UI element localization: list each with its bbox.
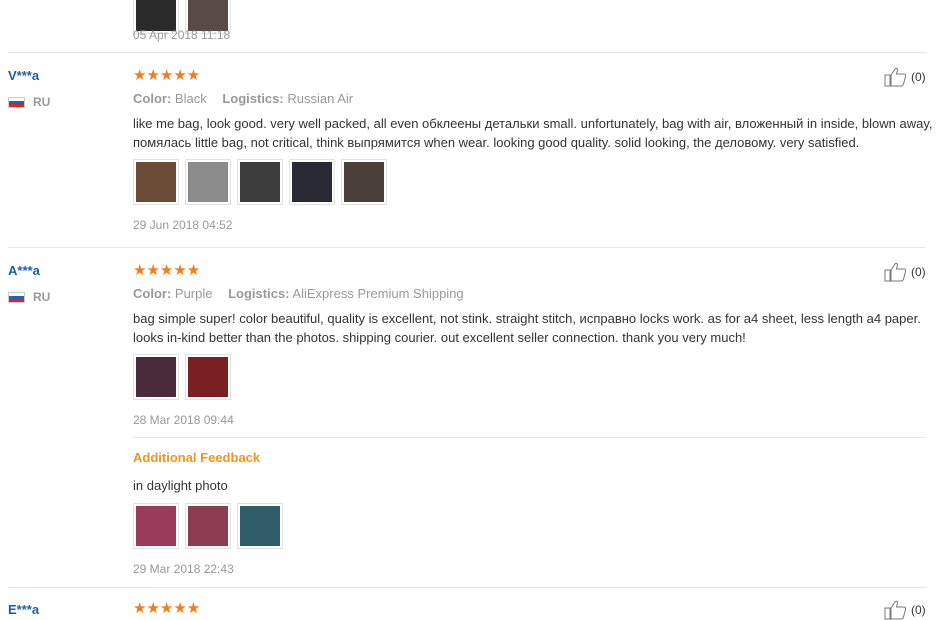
review-photo-thumb[interactable] xyxy=(237,503,283,549)
additional-divider xyxy=(133,437,926,438)
bag-photo-icon xyxy=(188,162,228,202)
bag-photo-icon xyxy=(136,357,176,397)
bag-photo-icon xyxy=(136,162,176,202)
reviewer-country: RU xyxy=(8,290,50,304)
logistics-label: Logistics: xyxy=(228,286,290,301)
thumbs-up-icon xyxy=(884,600,907,620)
review-divider xyxy=(8,247,926,248)
color-label: Color: xyxy=(133,91,172,106)
logistics-value: AliExpress Premium Shipping xyxy=(292,286,464,301)
additional-photos xyxy=(133,503,283,549)
review-text: bag simple super! color beautiful, quali… xyxy=(133,311,921,345)
bag-photo-icon xyxy=(188,357,228,397)
color-label: Color: xyxy=(133,286,172,301)
color-value: Purple xyxy=(174,286,213,301)
reviewer-name[interactable]: V***a xyxy=(8,68,39,83)
review-date: 29 Jun 2018 04:52 xyxy=(133,218,233,232)
bag-photo-icon xyxy=(136,0,176,31)
review-photo-thumb[interactable] xyxy=(133,503,179,549)
review-photo-thumb[interactable] xyxy=(341,159,387,205)
additional-feedback-text: in daylight photo xyxy=(133,478,228,493)
russia-flag-icon xyxy=(8,291,25,303)
country-code: RU xyxy=(33,290,51,304)
review-photo-thumb[interactable] xyxy=(185,354,231,400)
bag-photo-icon xyxy=(188,0,228,31)
review-photos xyxy=(133,159,387,205)
review-photo-thumb[interactable] xyxy=(289,159,335,205)
helpful-button[interactable]: (0) xyxy=(884,262,926,282)
thumbs-up-icon xyxy=(884,67,907,87)
logistics-value: Russian Air xyxy=(287,91,354,106)
helpful-count: (0) xyxy=(911,265,926,279)
reviewer-country: RU xyxy=(8,95,50,109)
review-photo-thumb[interactable] xyxy=(185,503,231,549)
helpful-count: (0) xyxy=(911,70,926,84)
review-photo-thumb[interactable] xyxy=(185,159,231,205)
review-photo-thumb[interactable] xyxy=(237,159,283,205)
bag-photo-icon xyxy=(240,162,280,202)
review-text: like me bag, look good. very well packed… xyxy=(133,116,933,150)
helpful-button[interactable]: (0) xyxy=(884,67,926,87)
review-photo-thumb[interactable] xyxy=(133,354,179,400)
bag-photo-icon xyxy=(292,162,332,202)
order-attributes: Color: Purple Logistics: AliExpress Prem… xyxy=(133,286,464,301)
additional-feedback-date: 29 Mar 2018 22:43 xyxy=(133,562,234,576)
review-divider xyxy=(8,587,926,588)
helpful-count: (0) xyxy=(911,603,926,617)
logistics-label: Logistics: xyxy=(222,91,284,106)
review-photos xyxy=(133,354,231,400)
bag-photo-icon xyxy=(136,506,176,546)
russia-flag-icon xyxy=(8,96,25,108)
review-date: 05 Apr 2018 11:18 xyxy=(133,28,231,42)
color-value: Black xyxy=(174,91,207,106)
helpful-button[interactable]: (0) xyxy=(884,600,926,620)
order-attributes: Color: Black Logistics: Russian Air xyxy=(133,91,353,106)
additional-feedback-title: Additional Feedback xyxy=(133,450,261,465)
reviewer-name[interactable]: A***a xyxy=(8,263,40,278)
review-date: 28 Mar 2018 09:44 xyxy=(133,413,234,427)
country-code: RU xyxy=(33,95,51,109)
bag-photo-icon xyxy=(240,506,280,546)
review-photo-thumb[interactable] xyxy=(133,159,179,205)
star-rating: ★★★★★ xyxy=(133,262,201,279)
star-rating: ★★★★★ xyxy=(133,67,201,84)
thumbs-up-icon xyxy=(884,262,907,282)
bag-photo-icon xyxy=(344,162,384,202)
star-rating: ★★★★★ xyxy=(133,600,201,617)
bag-photo-icon xyxy=(188,506,228,546)
review-divider xyxy=(8,52,926,53)
